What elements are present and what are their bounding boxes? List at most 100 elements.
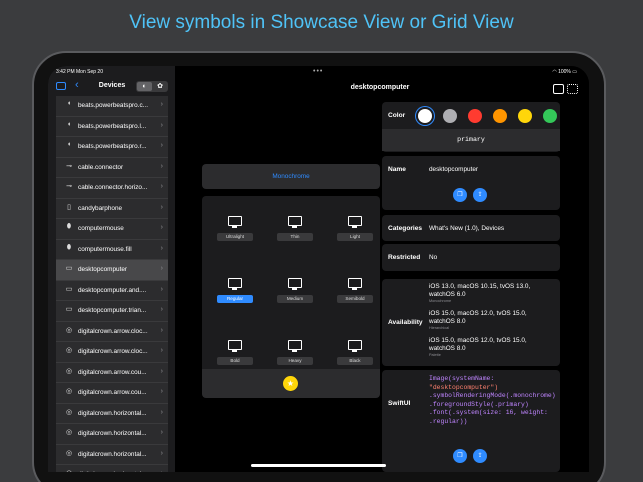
crown-icon: ◎	[65, 367, 73, 375]
grid-view-icon[interactable]	[567, 84, 578, 94]
chevron-right-icon: ›	[160, 224, 163, 231]
crown-icon: ◎	[65, 347, 73, 354]
sidebar-item-8[interactable]: ▭ desktopcomputer ›	[56, 260, 168, 281]
code-line: "desktopcomputer")	[429, 383, 499, 391]
sidebar-item-label: digitalcrown.arrow.cou...	[78, 389, 147, 396]
sidebar-item-3[interactable]: ⊸ cable.connector ›	[56, 157, 168, 178]
sidebar-item-label: digitalcrown.arrow.cloc...	[78, 348, 148, 355]
chevron-right-icon: ›	[160, 408, 163, 416]
sidebar-title: Devices	[98, 82, 126, 89]
back-chevron-icon[interactable]: ‹	[75, 79, 79, 91]
weight-cell-regular[interactable]: Regular	[206, 262, 264, 319]
sidebar-item-12[interactable]: ◎ digitalcrown.arrow.cloc... ›	[56, 342, 168, 363]
desktopcomputer-icon	[288, 340, 302, 352]
availability-card: Availability iOS 13.0, macOS 10.15, tvOS…	[382, 279, 560, 366]
earbud-icon: ◖	[66, 100, 72, 107]
crown-icon: ◎	[62, 469, 76, 472]
weight-cell-light[interactable]: Light	[326, 200, 384, 257]
view-mode-segmented-control[interactable]: ◐ ✿	[136, 81, 168, 92]
sidebar-item-14[interactable]: ◎ digitalcrown.arrow.cou... ›	[56, 383, 168, 404]
status-battery: ◠ 100% ▭	[552, 69, 577, 75]
sidebar-item-11[interactable]: ◎ digitalcrown.arrow.cloc... ›	[56, 321, 168, 342]
multitasking-dots[interactable]: •••	[313, 68, 323, 75]
chevron-right-icon: ›	[160, 183, 163, 190]
sidebar-item-10[interactable]: ▭ desktopcomputer.trian... ›	[56, 301, 168, 322]
weight-label: Medium	[277, 295, 313, 303]
mouse-icon: ⬮	[66, 223, 72, 230]
sidebar-item-0[interactable]: ◖ beats.powerbeatspro.c... ›	[56, 96, 168, 117]
color-name: primary	[382, 129, 560, 151]
sidebar-item-label: digitalcrown.horizontal...	[78, 409, 147, 417]
sidebar-item-6[interactable]: ⬮ computermouse ›	[56, 219, 168, 240]
share-icon[interactable]: ⇪	[473, 188, 487, 202]
sidebar-item-2[interactable]: ◖ beats.powerbeatspro.r... ›	[56, 137, 168, 158]
sidebar-item-1[interactable]: ◖ beats.powerbeatspro.l... ›	[56, 116, 168, 137]
sidebar-item-label: desktopcomputer.trian...	[78, 307, 147, 314]
weight-cell-semibold[interactable]: Semibold	[326, 262, 384, 319]
sidebar-item-17[interactable]: ◎ digitalcrown.horizontal... ›	[56, 444, 168, 465]
home-indicator	[251, 464, 386, 467]
swiftui-label: SwiftUI	[388, 400, 411, 407]
grid-footer: ★	[202, 369, 380, 398]
weight-cell-ultralight[interactable]: Ultralight	[206, 200, 264, 257]
sidebar-item-9[interactable]: ▭ desktopcomputer.and.... ›	[56, 280, 168, 301]
desktopcomputer-icon	[348, 340, 362, 352]
availability-line: iOS 13.0, macOS 10.15, tvOS 13.0,	[429, 283, 531, 290]
favorite-star-icon[interactable]: ★	[283, 376, 298, 391]
crown-icon: ◎	[65, 449, 73, 457]
code-line: .foregroundStyle(.primary)	[429, 400, 529, 408]
sidebar-item-label: digitalcrown.horizontal...	[78, 450, 147, 458]
sidebar-item-label: computermouse.fill	[78, 245, 132, 253]
availability-line: watchOS 8.0	[429, 345, 466, 352]
share-code-icon[interactable]: ⇪	[473, 449, 487, 463]
chevron-right-icon: ›	[160, 244, 163, 252]
rendering-mode-button[interactable]: Monochrome	[202, 164, 380, 189]
copy-code-icon[interactable]: ❐	[453, 449, 467, 463]
code-line: Image(systemName:	[429, 375, 495, 382]
sidebar-item-13[interactable]: ◎ digitalcrown.arrow.cou... ›	[56, 362, 168, 383]
color-swatch-3[interactable]	[493, 109, 507, 123]
sidebar-item-4[interactable]: ⊸ cable.connector.horizo... ›	[56, 178, 168, 199]
sidebar-item-7[interactable]: ⬮ computermouse.fill ›	[56, 239, 168, 260]
showcase-view-icon[interactable]: ◐	[137, 82, 152, 91]
availability-mode: Palette	[429, 353, 441, 357]
single-view-icon[interactable]	[553, 84, 564, 94]
swiftui-code: Image(systemName: "desktopcomputer") .symb…	[429, 375, 557, 427]
palette-view-icon[interactable]: ✿	[153, 82, 167, 91]
sidebar-item-15[interactable]: ◎ digitalcrown.horizontal... ›	[56, 403, 168, 424]
code-line: .font(.system(size: 16, weight: .regular…	[429, 409, 552, 425]
chevron-right-icon: ›	[160, 429, 163, 436]
weight-cell-medium[interactable]: Medium	[266, 262, 324, 319]
headline: View symbols in Showcase View or Grid Vi…	[129, 12, 514, 33]
sidebar-item-18[interactable]: ◎digitalcrown.horizontal... ›	[56, 465, 168, 472]
chevron-right-icon: ›	[160, 367, 163, 375]
battery-icon: ▭	[572, 69, 577, 75]
phone-icon: ▯	[67, 203, 71, 211]
color-swatch-2[interactable]	[468, 109, 482, 123]
availability-line: watchOS 6.0	[429, 291, 466, 298]
chevron-right-icon: ›	[160, 101, 163, 108]
status-time: 3:42 PM Mon Sep 20	[56, 69, 103, 75]
sidebar-nav-bar: ‹ Devices ◐ ✿	[48, 79, 175, 96]
categories-label: Categories	[388, 225, 423, 232]
sidebar-toggle-icon[interactable]	[56, 82, 66, 90]
chevron-right-icon: ›	[160, 121, 163, 129]
desktopcomputer-icon	[288, 278, 302, 290]
sidebar-item-16[interactable]: ◎ digitalcrown.horizontal... ›	[56, 424, 168, 445]
availability-line: iOS 15.0, macOS 12.0, tvOS 15.0,	[429, 337, 527, 344]
desktopcomputer-icon	[228, 216, 242, 228]
desktopcomputer-icon	[288, 216, 302, 228]
desktopcomputer-icon	[348, 278, 362, 290]
sidebar-item-5[interactable]: ▯ candybarphone ›	[56, 198, 168, 219]
color-swatch-0[interactable]	[418, 109, 432, 123]
copy-icon[interactable]: ❐	[453, 188, 467, 202]
chevron-right-icon: ›	[160, 142, 163, 149]
color-swatch-1[interactable]	[443, 109, 457, 123]
weight-cell-thin[interactable]: Thin	[266, 200, 324, 257]
chevron-right-icon: ›	[160, 285, 163, 293]
sidebar-item-label: cable.connector	[78, 163, 124, 171]
name-label: Name	[388, 166, 406, 173]
color-swatch-4[interactable]	[518, 109, 532, 123]
sidebar-item-label: digitalcrown.horizontal...	[78, 471, 156, 472]
color-swatch-5[interactable]	[543, 109, 557, 123]
